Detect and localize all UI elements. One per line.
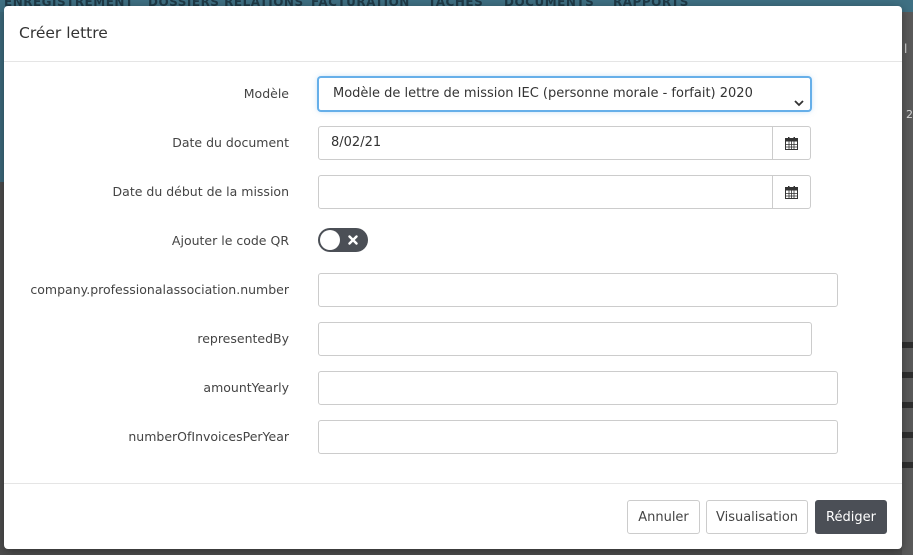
invoices-per-year-row: numberOfInvoicesPerYear: [4, 420, 902, 454]
document-date-input[interactable]: 8/02/21: [318, 126, 773, 160]
background-row: [902, 462, 913, 468]
submit-button[interactable]: Rédiger: [815, 500, 887, 534]
document-date-picker-button[interactable]: [772, 126, 811, 160]
modal-title: Créer lettre: [19, 24, 108, 42]
professional-association-label: company.professionalassociation.number: [30, 282, 289, 297]
qr-code-toggle[interactable]: [318, 228, 368, 252]
represented-by-row: representedBy: [4, 322, 902, 356]
close-icon: [345, 228, 361, 252]
model-select-value: Modèle de lettre de mission IEC (personn…: [333, 86, 753, 101]
invoices-per-year-input[interactable]: [318, 420, 838, 454]
modal-body: Modèle Modèle de lettre de mission IEC (…: [4, 62, 902, 484]
background-row: [902, 402, 913, 408]
background-right-edge: l 2: [902, 12, 913, 555]
document-date-row: Date du document 8/02/21: [4, 126, 902, 160]
cancel-button[interactable]: Annuler: [627, 500, 700, 534]
background-text: l: [904, 42, 908, 56]
calendar-icon: [785, 185, 798, 199]
chevron-down-icon: [794, 89, 804, 110]
document-date-label: Date du document: [172, 135, 289, 150]
represented-by-label: representedBy: [197, 331, 289, 346]
amount-yearly-label: amountYearly: [203, 380, 289, 395]
toggle-knob: [320, 230, 340, 250]
represented-by-input[interactable]: [318, 322, 812, 356]
document-date-value: 8/02/21: [331, 135, 382, 150]
preview-button[interactable]: Visualisation: [706, 500, 808, 534]
amount-yearly-row: amountYearly: [4, 371, 902, 405]
calendar-icon: [785, 136, 798, 150]
create-letter-modal: Créer lettre Modèle Modèle de lettre de …: [4, 6, 902, 549]
mission-start-date-row: Date du début de la mission: [4, 175, 902, 209]
professional-association-input[interactable]: [318, 273, 838, 307]
professional-association-row: company.professionalassociation.number: [4, 273, 902, 307]
mission-start-date-input[interactable]: [318, 175, 773, 209]
amount-yearly-input[interactable]: [318, 371, 838, 405]
background-row: [902, 432, 913, 438]
invoices-per-year-label: numberOfInvoicesPerYear: [128, 429, 289, 444]
modal-footer: Annuler Visualisation Rédiger: [4, 483, 902, 549]
mission-start-date-picker-button[interactable]: [772, 175, 811, 209]
model-select[interactable]: Modèle de lettre de mission IEC (personn…: [318, 77, 811, 111]
model-row: Modèle Modèle de lettre de mission IEC (…: [4, 77, 902, 111]
modal-header: Créer lettre: [4, 6, 902, 62]
background-row: [902, 342, 913, 348]
mission-start-date-label: Date du début de la mission: [112, 184, 289, 199]
qr-code-label: Ajouter le code QR: [171, 233, 289, 248]
background-text: 2: [906, 108, 913, 121]
qr-code-row: Ajouter le code QR: [4, 224, 902, 258]
model-label: Modèle: [243, 86, 289, 101]
background-row: [902, 372, 913, 378]
